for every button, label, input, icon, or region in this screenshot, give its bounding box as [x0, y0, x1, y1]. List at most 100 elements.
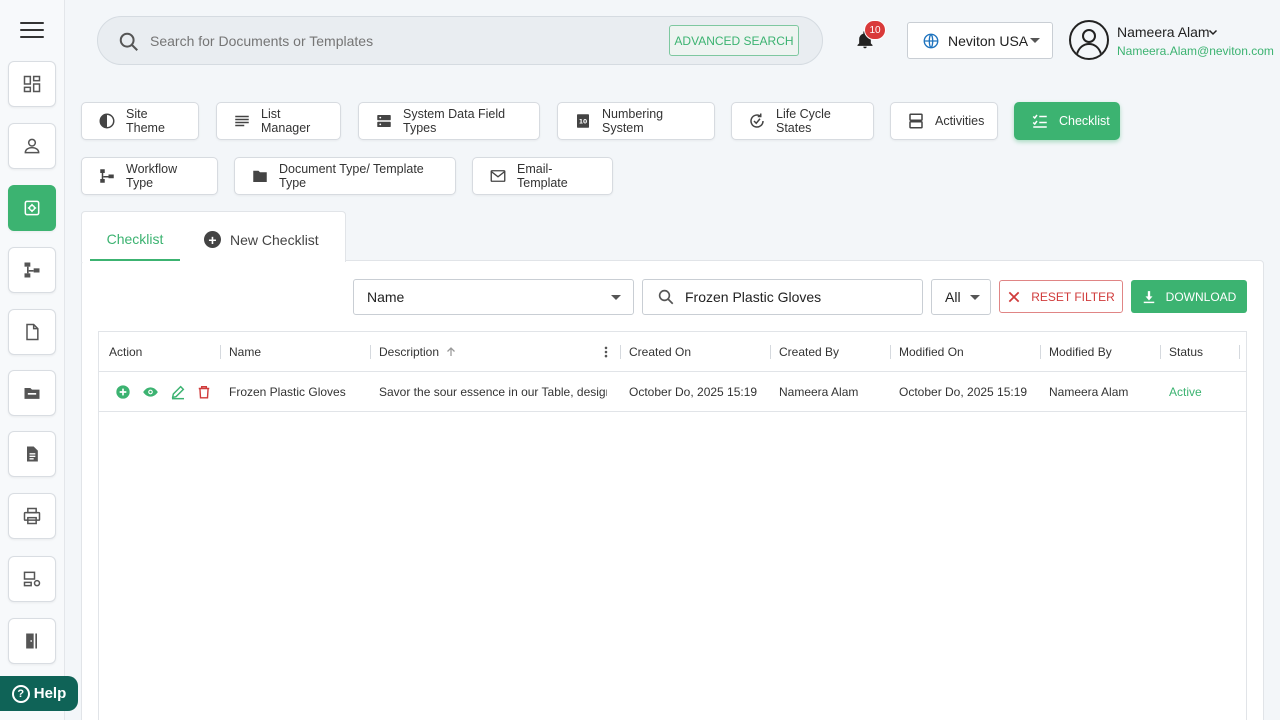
column-resizer[interactable]: [620, 345, 621, 359]
filter-field-value: Name: [367, 289, 405, 305]
add-circle-icon: +: [204, 231, 221, 248]
tile-label: Site Theme: [126, 107, 165, 135]
search-icon: [119, 32, 138, 51]
chevron-down-icon: [1030, 38, 1040, 43]
settings-icon: [24, 200, 40, 216]
column-header-description-label: Description: [379, 345, 440, 359]
avatar[interactable]: [1069, 20, 1109, 60]
sidebar-item-users[interactable]: [8, 123, 56, 169]
svg-text:10: 10: [579, 118, 587, 125]
tile-life-cycle-states[interactable]: Life Cycle States: [731, 102, 874, 140]
column-header-name[interactable]: Name: [229, 332, 261, 372]
checklist-table: Action Name Description Created On Creat…: [98, 331, 1247, 720]
tile-label: System Data Field Types: [403, 107, 506, 135]
tile-site-theme[interactable]: Site Theme: [81, 102, 199, 140]
tile-workflow-type[interactable]: Workflow Type: [81, 157, 218, 195]
column-resizer[interactable]: [1160, 345, 1161, 359]
filter-search-field: [642, 279, 923, 315]
sidebar-item-user-settings[interactable]: [8, 556, 56, 602]
tile-system-data-field-types[interactable]: System Data Field Types: [358, 102, 540, 140]
advanced-search-button[interactable]: ADVANCED SEARCH: [669, 25, 799, 56]
user-name[interactable]: Nameera Alam: [1117, 24, 1210, 40]
tab-new-checklist-label: New Checklist: [230, 231, 319, 248]
column-resizer[interactable]: [1040, 345, 1041, 359]
sidebar-item-logout[interactable]: [8, 618, 56, 664]
user-avatar-icon: [1076, 29, 1102, 55]
document-icon: [26, 323, 39, 341]
cell-description: Savor the sour essence in our Table, des…: [379, 385, 607, 399]
download-button[interactable]: DOWNLOAD: [1131, 280, 1247, 313]
server-icon: [377, 115, 391, 127]
column-header-created-on[interactable]: Created On: [629, 332, 691, 372]
table-row[interactable]: Frozen Plastic Gloves Savor the sour ess…: [99, 372, 1246, 412]
column-resizer[interactable]: [770, 345, 771, 359]
cell-created-by: Nameera Alam: [779, 385, 859, 399]
chevron-down-icon: [970, 295, 980, 300]
filter-search-input[interactable]: [685, 289, 905, 305]
sidebar-item-dashboard[interactable]: [8, 61, 56, 107]
column-resizer[interactable]: [220, 345, 221, 359]
column-header-action: Action: [109, 345, 143, 359]
globe-icon: [923, 33, 939, 48]
column-menu-icon[interactable]: [599, 345, 613, 359]
column-resizer[interactable]: [890, 345, 891, 359]
chevron-down-icon[interactable]: [1207, 26, 1219, 38]
filter-field-select[interactable]: Name: [353, 279, 634, 315]
tile-label: Activities: [935, 114, 985, 128]
list-icon: [235, 115, 249, 127]
column-header-description[interactable]: Description: [379, 332, 457, 372]
view-eye-icon[interactable]: [142, 384, 159, 400]
tile-document-type[interactable]: Document Type/ Template Type: [234, 157, 456, 195]
cell-name: Frozen Plastic Gloves: [229, 385, 346, 399]
organization-select[interactable]: Neviton USA: [907, 22, 1053, 59]
global-search-input[interactable]: [150, 31, 650, 51]
cell-modified-by: Nameera Alam: [1049, 385, 1129, 399]
tab-new-checklist[interactable]: + New Checklist: [204, 218, 334, 261]
column-header-created-by[interactable]: Created By: [779, 332, 839, 372]
tile-numbering-system[interactable]: 10 Numbering System: [557, 102, 715, 140]
workflow-icon: [100, 169, 114, 183]
file-text-icon: [27, 446, 38, 462]
status-filter-value: All: [945, 289, 961, 305]
reset-filter-button[interactable]: RESET FILTER: [999, 280, 1123, 313]
tile-list-manager[interactable]: List Manager: [216, 102, 341, 140]
row-actions: [115, 372, 211, 412]
download-icon: [1143, 290, 1154, 303]
help-button[interactable]: ? Help: [0, 676, 78, 711]
dashboard-icon: [23, 75, 41, 93]
organization-name: Neviton USA: [948, 32, 1029, 49]
add-icon[interactable]: [115, 384, 131, 400]
sidebar-item-documents[interactable]: [8, 309, 56, 355]
tile-label: Email-Template: [517, 162, 568, 190]
sidebar-item-files[interactable]: [8, 431, 56, 477]
tile-activities[interactable]: Activities: [890, 102, 998, 140]
delete-trash-icon[interactable]: [197, 384, 211, 400]
cell-created-on: October Do, 2025 15:19: [629, 385, 758, 399]
folder-icon: [24, 388, 40, 399]
column-header-modified-by[interactable]: Modified By: [1049, 332, 1112, 372]
sidebar-item-workflow[interactable]: [8, 247, 56, 293]
sidebar-item-print[interactable]: [8, 493, 56, 539]
column-resizer[interactable]: [370, 345, 371, 359]
tile-checklist[interactable]: Checklist: [1014, 102, 1120, 140]
tile-label: Life Cycle States: [776, 107, 831, 135]
hamburger-menu-icon[interactable]: [20, 22, 44, 40]
column-header-status[interactable]: Status: [1169, 332, 1203, 372]
status-filter-select[interactable]: All: [931, 279, 991, 315]
sort-arrow-up-icon: [447, 347, 455, 356]
sidebar-item-settings[interactable]: [8, 185, 56, 231]
cycle-icon: [750, 113, 764, 128]
tile-label: Document Type/ Template Type: [279, 162, 424, 190]
column-header-modified-on[interactable]: Modified On: [899, 332, 964, 372]
numbering-icon: 10: [577, 114, 589, 128]
sidebar-item-folders[interactable]: [8, 370, 56, 416]
workflow-icon: [24, 262, 40, 278]
column-resizer[interactable]: [1239, 345, 1240, 359]
sidebar: ? Help: [0, 0, 78, 720]
tile-email-template[interactable]: Email-Template: [472, 157, 613, 195]
search-icon: [658, 289, 674, 305]
help-label: Help: [33, 685, 67, 702]
tile-label: List Manager: [261, 107, 311, 135]
tab-checklist[interactable]: Checklist: [90, 218, 180, 261]
edit-pencil-icon[interactable]: [170, 384, 186, 400]
